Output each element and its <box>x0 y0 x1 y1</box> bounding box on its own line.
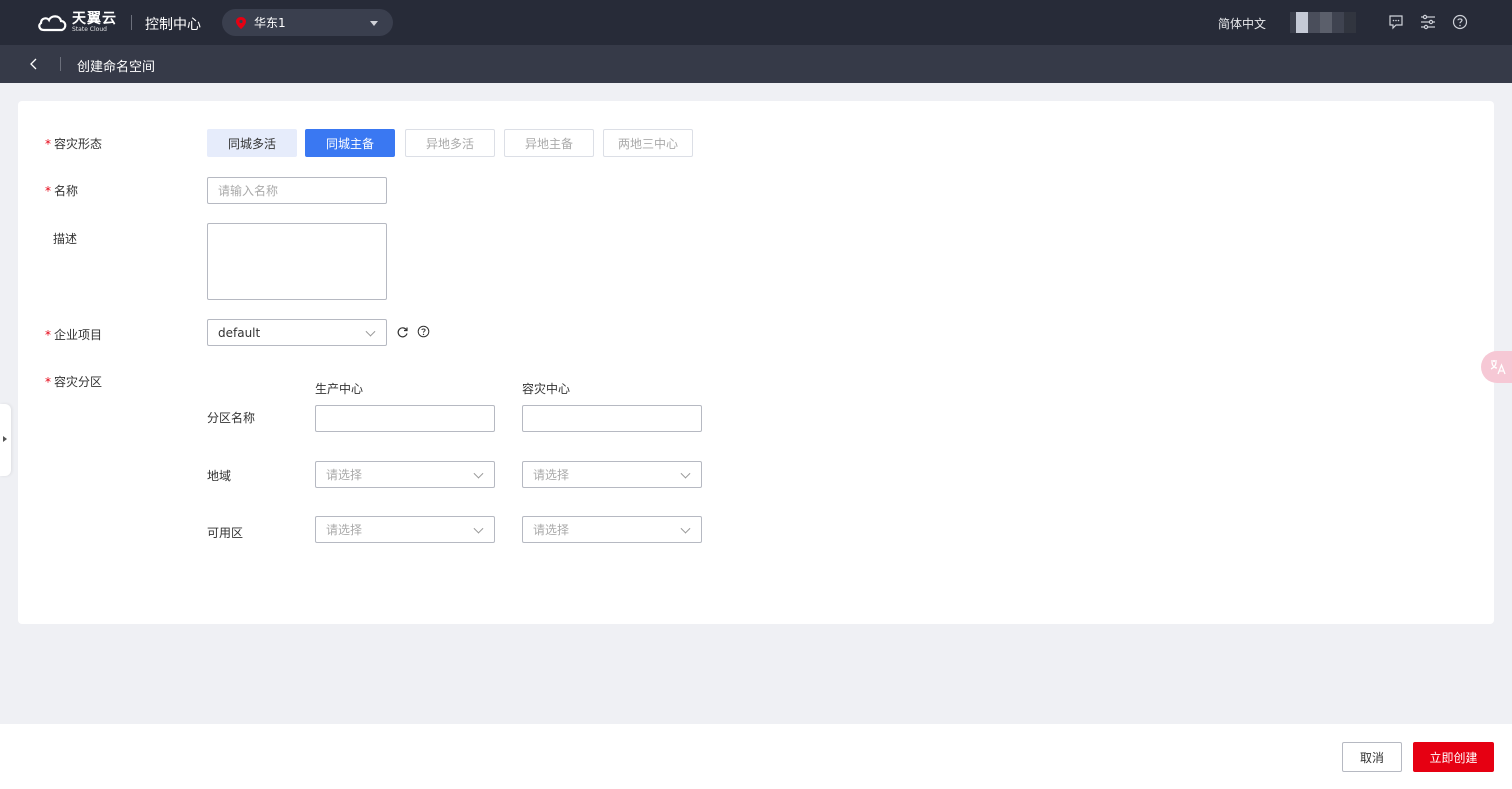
production-zone-select[interactable]: 请选择 <box>315 516 495 543</box>
refresh-icon[interactable] <box>396 326 409 339</box>
translate-float-button[interactable] <box>1481 351 1512 383</box>
chevron-down-icon <box>473 468 484 479</box>
name-input[interactable]: 请输入名称 <box>207 177 387 204</box>
dr-mode-option-remote-standby[interactable]: 异地主备 <box>504 129 594 157</box>
back-arrow-icon[interactable] <box>27 57 41 71</box>
select-placeholder: 请选择 <box>533 468 570 482</box>
dr-partition-name-input[interactable] <box>522 405 702 432</box>
required-mark: * <box>45 184 51 198</box>
dr-mode-option-two-sites-three-centers[interactable]: 两地三中心 <box>603 129 693 157</box>
dr-mode-option-remote-active[interactable]: 异地多活 <box>405 129 495 157</box>
production-region-select[interactable]: 请选择 <box>315 461 495 488</box>
help-icon[interactable] <box>1452 14 1468 30</box>
required-mark: * <box>45 328 51 342</box>
dr-mode-option-same-city-active[interactable]: 同城多活 <box>207 129 297 157</box>
header-divider <box>131 15 132 30</box>
console-title[interactable]: 控制中心 <box>145 14 201 34</box>
project-select[interactable]: default <box>207 319 387 346</box>
description-label: 描述 <box>53 232 78 246</box>
cloud-logo-icon <box>38 14 67 31</box>
production-center-header: 生产中心 <box>315 382 364 396</box>
project-label: * 企业项目 <box>45 328 103 342</box>
brand-name: 天翼云 <box>72 11 117 27</box>
cancel-button[interactable]: 取消 <box>1342 742 1402 772</box>
dr-mode-label: * 容灾形态 <box>45 137 103 151</box>
production-partition-name-input[interactable] <box>315 405 495 432</box>
region-selector[interactable]: 华东1 <box>222 9 393 36</box>
brand-logo[interactable]: 天翼云 State Cloud <box>36 12 117 33</box>
message-icon[interactable] <box>1388 14 1404 30</box>
translate-icon <box>1490 360 1506 375</box>
select-placeholder: 请选择 <box>326 523 363 537</box>
zone-row-label: 可用区 <box>207 526 244 540</box>
form-card: * 容灾形态 同城多活 同城主备 异地多活 异地主备 两地三中心 * 名称 请输入名… <box>18 101 1494 624</box>
required-mark: * <box>45 137 51 151</box>
page-header: 创建命名空间 <box>0 45 1512 83</box>
caret-right-icon <box>3 436 7 442</box>
chevron-down-icon <box>680 468 691 479</box>
project-select-value: default <box>218 325 261 340</box>
partition-name-label: 分区名称 <box>207 411 256 425</box>
dr-center-header: 容灾中心 <box>522 382 571 396</box>
top-navigation-bar: 天翼云 State Cloud 控制中心 华东1 简体中文 <box>0 0 1512 45</box>
required-mark: * <box>45 375 51 389</box>
user-avatar[interactable] <box>1290 12 1356 33</box>
dr-mode-option-same-city-standby[interactable]: 同城主备 <box>305 129 395 157</box>
settings-sliders-icon[interactable] <box>1420 14 1436 30</box>
chevron-down-icon <box>473 523 484 534</box>
dr-region-select[interactable]: 请选择 <box>522 461 702 488</box>
description-textarea[interactable] <box>207 223 387 300</box>
brand-name-en: State Cloud <box>72 26 107 33</box>
select-placeholder: 请选择 <box>326 468 363 482</box>
create-button[interactable]: 立即创建 <box>1413 742 1494 772</box>
header-divider <box>60 57 61 71</box>
partition-label: * 容灾分区 <box>45 375 103 389</box>
name-label: * 名称 <box>45 184 79 198</box>
select-placeholder: 请选择 <box>533 523 570 537</box>
footer-action-bar: 取消 立即创建 <box>0 724 1512 789</box>
region-row-label: 地域 <box>207 469 232 483</box>
region-label: 华东1 <box>254 16 286 30</box>
dr-zone-select[interactable]: 请选择 <box>522 516 702 543</box>
chevron-down-icon <box>680 523 691 534</box>
chevron-down-icon <box>365 326 376 337</box>
help-icon[interactable] <box>417 325 430 338</box>
language-switch[interactable]: 简体中文 <box>1218 15 1266 32</box>
caret-down-icon <box>370 21 378 26</box>
location-pin-icon <box>236 16 246 29</box>
sidebar-expand-tab[interactable] <box>0 404 11 476</box>
page-title: 创建命名空间 <box>77 60 156 75</box>
